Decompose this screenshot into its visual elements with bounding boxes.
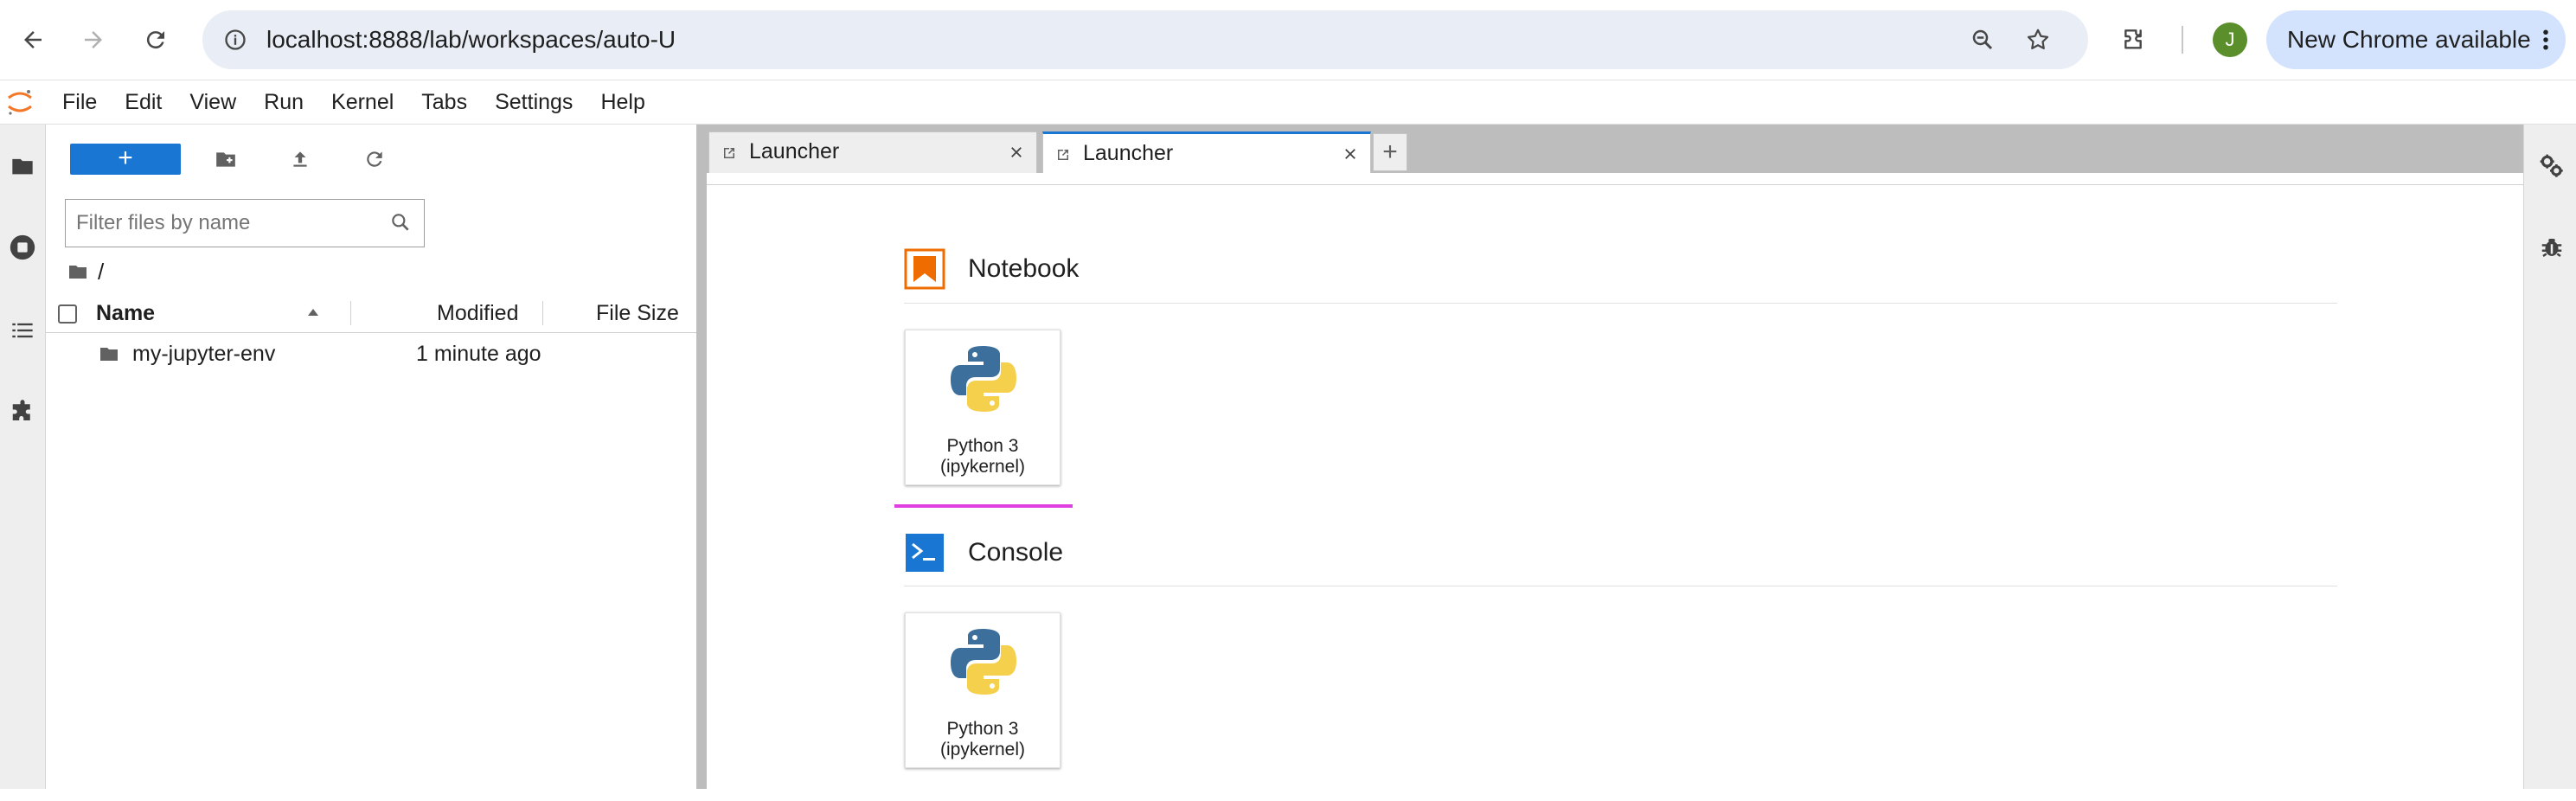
bug-icon	[2541, 239, 2562, 258]
plus-icon: +	[1382, 138, 1398, 166]
launcher-tab-icon	[1058, 150, 1068, 160]
site-info-icon[interactable]	[215, 19, 256, 61]
running-stop-icon	[10, 234, 35, 260]
puzzle-icon	[12, 400, 30, 420]
reload-icon	[146, 31, 164, 49]
python-logo-icon	[951, 346, 1016, 412]
tab-launcher-2[interactable]: Launcher	[1042, 131, 1371, 173]
column-divider	[542, 301, 543, 325]
folder-icon	[100, 348, 118, 361]
zoom-icon[interactable]	[1962, 19, 2003, 61]
table-of-contents-tab[interactable]	[3, 311, 42, 349]
menu-items: File Edit View Run Kernel Tabs Settings …	[48, 80, 659, 124]
more-vert-icon	[2543, 29, 2548, 50]
menu-file[interactable]: File	[48, 80, 111, 124]
breadcrumb-root[interactable]: /	[98, 259, 104, 285]
new-chrome-available-button[interactable]: New Chrome available	[2266, 10, 2566, 69]
column-name-header[interactable]: Name	[96, 294, 155, 332]
new-folder-button[interactable]	[210, 144, 241, 175]
tab-launcher-1[interactable]: Launcher	[708, 131, 1037, 173]
debugger-tab[interactable]	[2534, 230, 2569, 265]
address-bar[interactable]: localhost:8888/lab/workspaces/auto-U	[202, 10, 2088, 69]
file-name: my-jupyter-env	[132, 342, 276, 366]
add-tab-button[interactable]: +	[1373, 133, 1407, 171]
card-label: Python 3 (ipykernel)	[939, 436, 1026, 477]
bookmark-star-icon[interactable]	[2017, 19, 2059, 61]
filter-files-box	[65, 199, 425, 247]
refresh-button[interactable]	[359, 144, 390, 175]
tab-bar: Launcher Launcher +	[702, 125, 2523, 173]
search-icon	[392, 214, 409, 231]
extensions-button[interactable]	[2114, 19, 2156, 61]
profile-avatar[interactable]: J	[2213, 22, 2247, 57]
browser-toolbar: localhost:8888/lab/workspaces/auto-U J N…	[0, 0, 2576, 80]
url-text[interactable]: localhost:8888/lab/workspaces/auto-U	[266, 10, 676, 69]
launcher-tab-icon	[724, 148, 734, 158]
right-sidebar	[2523, 125, 2576, 789]
file-row[interactable]: my-jupyter-env 1 minute ago	[46, 333, 696, 375]
update-label: New Chrome available	[2287, 26, 2531, 53]
menu-settings[interactable]: Settings	[481, 80, 586, 124]
python-logo-icon	[951, 629, 1016, 695]
menu-edit[interactable]: Edit	[111, 80, 176, 124]
select-all-checkbox[interactable]	[58, 304, 77, 324]
menu-tabs[interactable]: Tabs	[407, 80, 481, 124]
sort-ascending-icon	[308, 309, 318, 316]
running-sessions-tab[interactable]	[3, 228, 42, 266]
tab-label: Launcher	[749, 139, 840, 163]
column-modified-header[interactable]: Modified	[437, 294, 519, 332]
list-icon	[12, 323, 33, 338]
upload-icon	[293, 151, 307, 167]
file-browser-tab[interactable]	[3, 147, 42, 185]
console-icon	[906, 534, 944, 572]
file-modified: 1 minute ago	[416, 342, 541, 366]
file-browser-panel: + / Name Modified File Size my-jupyter-e…	[46, 125, 696, 789]
jupyter-logo-icon	[8, 90, 32, 115]
extensions-icon	[2124, 29, 2142, 49]
refresh-icon	[367, 151, 382, 167]
card-label: Python 3 (ipykernel)	[939, 719, 1026, 759]
notebook-icon	[904, 248, 945, 290]
menu-kernel[interactable]: Kernel	[317, 80, 407, 124]
focus-indicator	[894, 504, 1073, 508]
toolbar-divider	[2182, 26, 2183, 54]
extension-manager-tab[interactable]	[3, 393, 42, 431]
column-divider	[350, 301, 351, 325]
notebook-section-header: Notebook	[904, 246, 1079, 292]
gears-icon	[2540, 154, 2563, 177]
menu-help[interactable]: Help	[586, 80, 658, 124]
notebook-python3-card[interactable]: Python 3 (ipykernel)	[905, 330, 1061, 485]
file-listing-header: Name Modified File Size	[46, 294, 696, 333]
forward-button[interactable]	[73, 19, 114, 61]
property-inspector-tab[interactable]	[2534, 149, 2569, 183]
upload-button[interactable]	[285, 144, 316, 175]
home-folder-icon[interactable]	[67, 261, 89, 282]
console-section-header: Console	[904, 529, 1063, 576]
back-button[interactable]	[12, 19, 54, 61]
tab-label: Launcher	[1083, 141, 1174, 165]
new-folder-icon	[216, 152, 235, 167]
launcher-top-divider	[707, 184, 2523, 185]
breadcrumb: /	[67, 259, 104, 285]
close-icon[interactable]	[1342, 146, 1358, 162]
column-size-header[interactable]: File Size	[596, 294, 679, 332]
section-divider	[904, 303, 2337, 304]
forward-arrow-icon	[85, 31, 102, 48]
section-title: Notebook	[968, 254, 1080, 283]
back-arrow-icon	[24, 31, 42, 48]
console-python3-card[interactable]: Python 3 (ipykernel)	[905, 612, 1061, 768]
section-title: Console	[968, 538, 1064, 567]
jupyter-menubar: File Edit View Run Kernel Tabs Settings …	[0, 80, 2576, 125]
new-launcher-button[interactable]: +	[70, 144, 181, 175]
filter-files-input[interactable]	[74, 200, 372, 247]
left-activity-bar	[0, 125, 46, 789]
menu-run[interactable]: Run	[250, 80, 317, 124]
close-icon[interactable]	[1009, 144, 1024, 160]
folder-icon	[12, 158, 33, 175]
menu-view[interactable]: View	[176, 80, 250, 124]
reload-button[interactable]	[135, 19, 176, 61]
